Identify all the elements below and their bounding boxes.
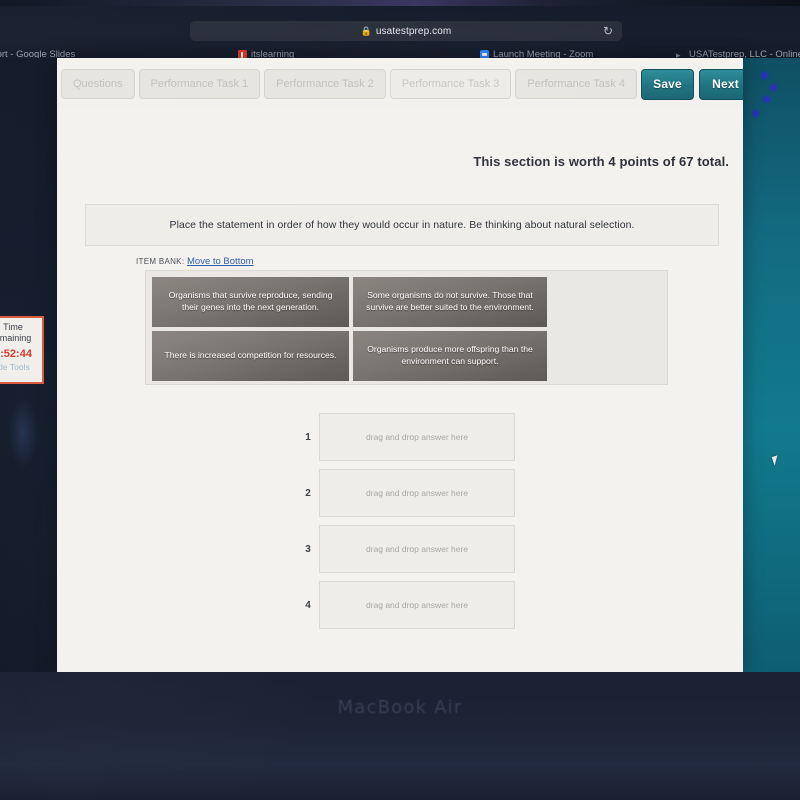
move-to-bottom-link[interactable]: Move to Bottom: [187, 256, 254, 267]
desktop-dot: [763, 96, 770, 103]
dropzone-number: 2: [305, 487, 311, 499]
dropzone-list: 1 drag and drop answer here 2 drag and d…: [297, 413, 557, 637]
desktop-dot: [770, 84, 777, 91]
laptop-bottom-bezel: [0, 672, 800, 800]
dropzone-number: 4: [305, 599, 311, 611]
screen-glare-left: [8, 398, 38, 468]
macbook-air-brand-label: MacBook Air: [337, 697, 463, 718]
usatestprep-app: Questions Performance Task 1 Performance…: [57, 58, 743, 672]
desktop-dot: [752, 110, 759, 117]
item-bank-label: ITEM BANK:: [136, 257, 185, 266]
reload-icon[interactable]: ↻: [603, 25, 613, 37]
desktop-dot: [761, 72, 768, 79]
dropzone-1[interactable]: drag and drop answer here: [319, 413, 515, 461]
next-button[interactable]: Next: [699, 68, 743, 100]
timer-title-line2: emaining: [0, 333, 32, 344]
item-bank-grid: Organisms that survive reproduce, sendin…: [151, 276, 662, 382]
hide-tools-link[interactable]: ide Tools: [0, 362, 42, 372]
dropzone-number: 3: [305, 543, 311, 555]
laptop-screen-photo: 🔒 usatestprep.com ↻ eport - Google Slide…: [0, 0, 800, 800]
tab-label: Performance Task 2: [276, 78, 374, 90]
save-button-label: Save: [653, 77, 682, 91]
dropzone-row: 1 drag and drop answer here: [297, 413, 557, 461]
tab-label: Performance Task 3: [401, 78, 500, 90]
dropzone-3[interactable]: drag and drop answer here: [319, 525, 515, 573]
desktop-right-strip: [743, 58, 800, 672]
timer-title-line1: Time: [3, 322, 23, 332]
next-button-label: Next: [712, 77, 739, 91]
lock-icon: 🔒: [360, 25, 372, 36]
dropzone-row: 4 drag and drop answer here: [297, 581, 557, 629]
tab-label: Performance Task 4: [527, 78, 626, 90]
instruction-text: Place the statement in order of how they…: [169, 219, 635, 231]
dropzone-2[interactable]: drag and drop answer here: [319, 469, 515, 517]
dropzone-row: 2 drag and drop answer here: [297, 469, 557, 517]
item-bank-card[interactable]: Organisms that survive reproduce, sendin…: [151, 276, 350, 328]
browser-viewport: Questions Performance Task 1 Performance…: [57, 58, 743, 672]
time-remaining-panel: Time emaining 0:52:44 ide Tools: [0, 316, 44, 384]
item-bank-container: Organisms that survive reproduce, sendin…: [145, 270, 668, 385]
tab-label: Performance Task 1: [150, 78, 249, 90]
tab-label: Questions: [73, 78, 123, 90]
timer-value: 0:52:44: [0, 347, 32, 360]
instruction-box: Place the statement in order of how they…: [85, 204, 719, 246]
tab-questions[interactable]: Questions: [61, 69, 135, 99]
browser-chrome: 🔒 usatestprep.com ↻ eport - Google Slide…: [0, 6, 800, 60]
tab-performance-task-1[interactable]: Performance Task 1: [138, 69, 261, 99]
save-button[interactable]: Save: [641, 68, 695, 100]
task-tabstrip: Questions Performance Task 1 Performance…: [57, 64, 743, 104]
tab-performance-task-3[interactable]: Performance Task 3: [389, 69, 512, 99]
section-points-text: This section is worth 4 points of 67 tot…: [473, 154, 729, 169]
dropzone-number: 1: [305, 431, 311, 443]
question-content: This section is worth 4 points of 67 tot…: [57, 108, 743, 672]
dropzone-4[interactable]: drag and drop answer here: [319, 581, 515, 629]
item-bank-card[interactable]: Organisms produce more offspring than th…: [352, 330, 548, 382]
tab-performance-task-2[interactable]: Performance Task 2: [264, 69, 386, 99]
address-bar[interactable]: 🔒 usatestprep.com ↻: [190, 21, 622, 41]
tab-performance-task-4[interactable]: Performance Task 4: [515, 69, 638, 99]
address-bar-url: usatestprep.com: [375, 25, 452, 37]
dropzone-row: 3 drag and drop answer here: [297, 525, 557, 573]
item-bank-card[interactable]: Some organisms do not survive. Those tha…: [352, 276, 548, 328]
item-bank-card[interactable]: There is increased competition for resou…: [151, 330, 350, 382]
